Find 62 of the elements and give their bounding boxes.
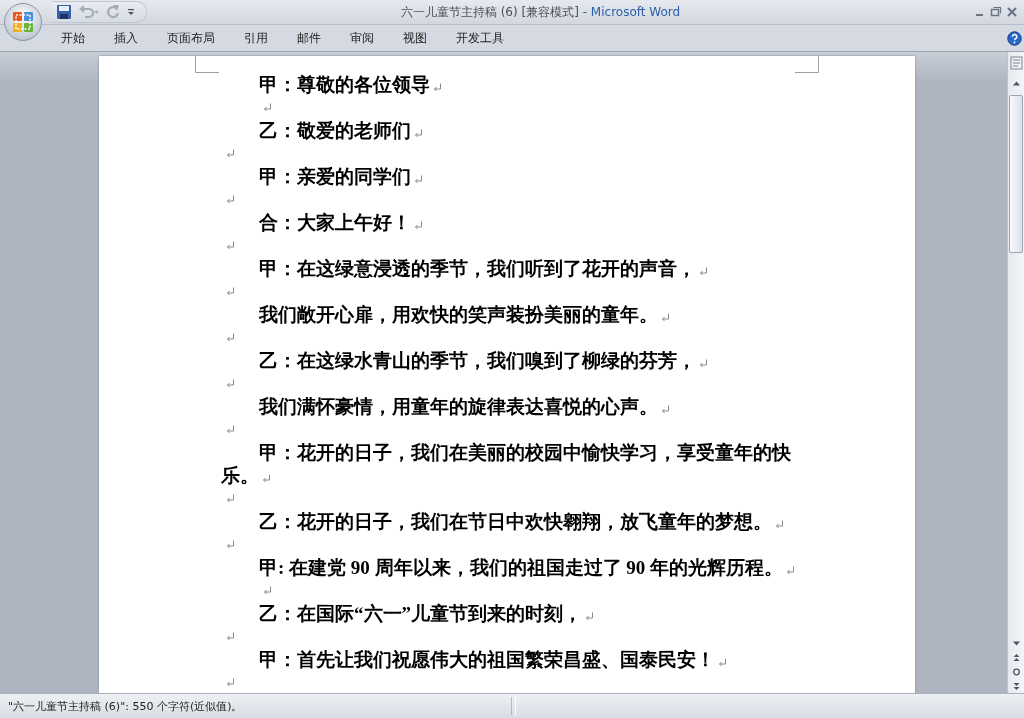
save-icon[interactable] bbox=[56, 4, 72, 20]
document-paragraph: 甲: 在建党 90 周年以来，我们的祖国走过了 90 年的光辉历程。 bbox=[259, 557, 784, 578]
document-paragraph: 乙：敬爱的老师们 bbox=[259, 120, 411, 141]
document-paragraph: 甲：在这绿意浸透的季节，我们听到了花开的声音， bbox=[259, 258, 696, 279]
paragraph-mark-icon bbox=[414, 175, 423, 184]
ribbon-tab[interactable]: 插入 bbox=[99, 25, 152, 51]
ribbon-tab[interactable]: 页面布局 bbox=[152, 25, 229, 51]
app-name: - Microsoft Word bbox=[582, 4, 681, 19]
paragraph-mark-icon bbox=[699, 359, 708, 368]
paragraph-mark-icon bbox=[226, 678, 235, 687]
ribbon-tab[interactable]: 视图 bbox=[388, 25, 441, 51]
paragraph-mark-icon bbox=[226, 241, 235, 250]
window-title: 六一儿童节主持稿 (6) [兼容模式] bbox=[400, 4, 579, 19]
document-paragraph: 我们满怀豪情，用童年的旋律表达喜悦的心声。 bbox=[259, 396, 658, 417]
help-icon[interactable] bbox=[1007, 30, 1022, 46]
document-line: 甲：花开的日子，我们在美丽的校园中愉快学习，享受童年的快 bbox=[259, 442, 791, 463]
document-paragraph: 我们敞开心扉，用欢快的笑声装扮美丽的童年。 bbox=[259, 304, 658, 325]
restore-icon[interactable] bbox=[990, 6, 1002, 18]
paragraph-mark-icon bbox=[433, 83, 442, 92]
paragraph-mark-icon bbox=[226, 379, 235, 388]
ribbon-tab[interactable]: 开发工具 bbox=[441, 25, 518, 51]
paragraph-mark-icon bbox=[226, 632, 235, 641]
paragraph-mark-icon bbox=[414, 221, 423, 230]
ribbon-tab[interactable]: 审阅 bbox=[335, 25, 388, 51]
paragraph-mark-icon bbox=[786, 566, 796, 575]
paragraph-mark-icon bbox=[585, 612, 594, 621]
paragraph-mark-icon bbox=[226, 540, 235, 549]
office-button[interactable] bbox=[4, 3, 42, 41]
paragraph-mark-icon bbox=[263, 103, 272, 112]
document-paragraph: 乙：在这绿水青山的季节，我们嗅到了柳绿的芬芳， bbox=[259, 350, 696, 371]
paragraph-mark-icon bbox=[414, 129, 423, 138]
paragraph-mark-icon bbox=[226, 195, 235, 204]
document-paragraph: 甲：尊敬的各位领导 bbox=[259, 74, 430, 95]
document-paragraph: 甲：首先让我们祝愿伟大的祖国繁荣昌盛、国泰民安！ bbox=[259, 649, 715, 670]
paragraph-mark-icon bbox=[226, 425, 235, 434]
paragraph-mark-icon bbox=[718, 658, 727, 667]
paragraph-mark-icon bbox=[699, 267, 708, 276]
paragraph-mark-icon bbox=[226, 287, 235, 296]
crop-mark bbox=[795, 56, 819, 73]
document-paragraph: 乙：在国际“六一”儿童节到来的时刻， bbox=[259, 603, 582, 624]
crop-mark bbox=[195, 56, 219, 73]
office-logo-icon bbox=[12, 11, 34, 33]
paragraph-mark-icon bbox=[661, 313, 670, 322]
ribbon-tab[interactable]: 引用 bbox=[229, 25, 282, 51]
document-paragraph: 乙：花开的日子，我们在节日中欢快翱翔，放飞童年的梦想。 bbox=[259, 511, 772, 532]
document-line: 乐。 bbox=[221, 465, 259, 486]
paragraph-mark-icon bbox=[263, 586, 272, 595]
close-icon[interactable] bbox=[1006, 6, 1018, 18]
vertical-scrollbar[interactable] bbox=[1007, 52, 1024, 693]
paragraph-mark-icon bbox=[661, 405, 670, 414]
document-paragraph: 甲：亲爱的同学们 bbox=[259, 166, 411, 187]
ribbon-tab[interactable]: 开始 bbox=[46, 25, 99, 51]
document-paragraph: 合：大家上午好！ bbox=[259, 212, 411, 233]
ribbon-tab[interactable]: 邮件 bbox=[282, 25, 335, 51]
scroll-thumb[interactable] bbox=[1009, 95, 1023, 253]
ruler-toggle-icon[interactable] bbox=[1009, 56, 1023, 70]
paragraph-mark-icon bbox=[226, 149, 235, 158]
paragraph-mark-icon bbox=[262, 474, 271, 483]
paragraph-mark-icon bbox=[226, 333, 235, 342]
status-text: "六一儿童节主持稿 (6)": 550 个字符(近似值)。 bbox=[8, 698, 243, 714]
paragraph-mark-icon bbox=[226, 494, 235, 503]
paragraph-mark-icon bbox=[775, 520, 784, 529]
